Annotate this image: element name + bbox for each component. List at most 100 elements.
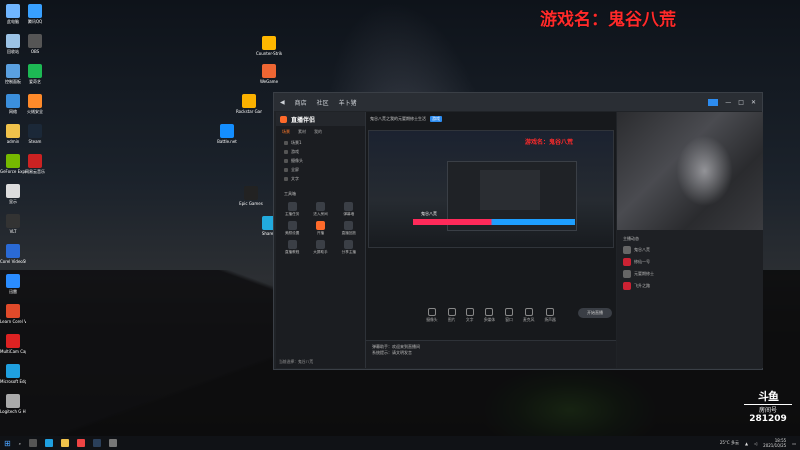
app-icon — [6, 184, 20, 198]
tool-item[interactable]: 大屏助手 — [308, 240, 332, 255]
tab-user[interactable]: 羊卜猪 — [339, 98, 357, 107]
tab-community[interactable]: 社区 — [317, 98, 329, 107]
desktop-icon-13[interactable]: Logitech G HUB — [0, 394, 26, 414]
game-taskbar-icon[interactable] — [108, 439, 117, 447]
tool-item[interactable]: 直播回放 — [337, 221, 361, 236]
activity-item[interactable]: 飞升之路 — [623, 282, 757, 290]
app-icon — [6, 394, 20, 408]
source-button[interactable]: 图片 — [447, 308, 456, 323]
cluster-3-icon-0[interactable]: Battle.net — [214, 124, 240, 144]
back-icon[interactable]: ◀ — [280, 99, 285, 106]
source-button[interactable]: 扬声器 — [544, 308, 556, 323]
task-view-icon[interactable] — [28, 439, 37, 447]
edge-taskbar-icon[interactable] — [44, 439, 53, 447]
stream-title[interactable]: 鬼谷八荒之我的元婴期修士生活 — [370, 116, 426, 122]
close-icon[interactable]: ✕ — [751, 99, 756, 106]
network-icon[interactable]: ▲ — [745, 441, 748, 446]
steam-taskbar-icon[interactable] — [92, 439, 101, 447]
desktop-icon-9[interactable]: 迅雷 — [0, 274, 26, 294]
stream-preview[interactable]: 游戏名：鬼谷八荒 鬼谷八荒 — [368, 130, 614, 248]
desktop2-icon-0[interactable]: 腾讯QQ — [22, 4, 48, 24]
scene-row[interactable]: 游戏 — [276, 147, 365, 156]
app-label: Battle.net — [217, 139, 237, 144]
stream-tag[interactable]: 游戏 — [430, 116, 442, 122]
brand-header: 直播伴侣 — [276, 112, 365, 126]
tool-item[interactable]: 分享主播 — [337, 240, 361, 255]
tool-label: 直播回放 — [341, 231, 357, 235]
scene-row[interactable]: 摄像头 — [276, 156, 365, 165]
app-icon — [6, 94, 20, 108]
minimize-icon[interactable]: — — [725, 99, 731, 106]
brand-logo-icon — [280, 115, 287, 123]
cluster-0-icon-0[interactable]: Counter-Strike Global Off... — [256, 36, 282, 56]
desktop-icon-8[interactable]: Corel VideoStudio — [0, 244, 26, 264]
desktop-icon-12[interactable]: Microsoft Edge — [0, 364, 26, 384]
scene-row[interactable]: 场景1 — [276, 138, 365, 147]
activity-item[interactable]: 鬼谷八荒 — [623, 246, 757, 254]
tool-item[interactable]: 主播任务 — [280, 202, 304, 217]
cluster-1-icon-0[interactable]: WeGame — [256, 64, 282, 84]
tab-scene[interactable]: 场景 — [282, 129, 290, 135]
tool-item[interactable]: 弹幕墙 — [337, 202, 361, 217]
app-label: Logitech G HUB — [0, 409, 26, 414]
tab-store[interactable]: 商店 — [295, 98, 307, 107]
windows-start-icon[interactable]: ⊞ — [4, 439, 11, 448]
explorer-taskbar-icon[interactable] — [60, 439, 69, 447]
notification-icon[interactable]: ▭ — [792, 441, 796, 446]
app-icon — [6, 154, 20, 168]
eye-icon[interactable] — [284, 176, 288, 181]
maximize-icon[interactable]: □ — [738, 99, 744, 106]
taskbar: ⊞ ⌕ 25°C 多云 ▲ ◁ 18:55 2021/10/25 ▭ — [0, 436, 800, 450]
source-icon — [465, 308, 474, 316]
desktop2-icon-3[interactable]: 火绒安全 — [22, 94, 48, 114]
eye-icon[interactable] — [284, 167, 288, 172]
volume-icon[interactable]: ◁ — [754, 441, 757, 446]
tool-item[interactable]: 直播教程 — [280, 240, 304, 255]
app-icon — [28, 34, 42, 48]
scene-row[interactable]: 全屏 — [276, 165, 365, 174]
desktop2-icon-2[interactable]: 爱奇艺 — [22, 64, 48, 84]
scene-row[interactable]: 文字 — [276, 174, 365, 183]
weather-text[interactable]: 25°C 多云 — [720, 440, 739, 446]
desktop2-icon-5[interactable]: 网易云音乐 — [22, 154, 48, 174]
desktop2-icon-4[interactable]: Steam — [22, 124, 48, 144]
activity-label: 元婴期修士 — [634, 271, 654, 276]
desktop-icon-10[interactable]: Learn Corel VideoStudio — [0, 304, 26, 324]
source-button[interactable]: 文字 — [465, 308, 474, 323]
desktop-icon-11[interactable]: MultiCam Capture Lite — [0, 334, 26, 354]
tab-material[interactable]: 素材 — [298, 129, 306, 135]
eye-icon[interactable] — [284, 140, 288, 145]
source-button[interactable]: 摄像头 — [426, 308, 438, 323]
game-cover-art — [617, 112, 763, 230]
desktop-icon-6[interactable]: 显示 — [0, 184, 26, 204]
tab-mine[interactable]: 我的 — [314, 129, 322, 135]
search-icon[interactable]: ⌕ — [19, 441, 21, 446]
desktop2-icon-1[interactable]: OBS — [22, 34, 48, 54]
tool-item[interactable]: 美颜设置 — [280, 221, 304, 236]
chrome-taskbar-icon[interactable] — [76, 439, 85, 447]
avatar — [623, 270, 631, 278]
tool-label: 开播 — [316, 231, 325, 235]
hp-label: 鬼谷八荒 — [421, 211, 437, 216]
app-label: Rockstar Games — [236, 109, 262, 114]
eye-icon[interactable] — [284, 158, 288, 163]
source-button[interactable]: 多媒体 — [484, 308, 495, 323]
avatar — [623, 258, 631, 266]
tool-label: 进入房间 — [313, 212, 328, 216]
app-label: 迅雷 — [9, 289, 17, 294]
cluster-2-icon-0[interactable]: Rockstar Games — [236, 94, 262, 114]
tool-item[interactable]: 进入房间 — [308, 202, 332, 217]
start-live-button[interactable]: 开始直播 — [578, 308, 612, 318]
cluster-4-icon-0[interactable]: Epic Games — [238, 186, 264, 206]
scene-label: 场景1 — [291, 139, 302, 145]
tool-item[interactable]: 开播 — [308, 221, 332, 236]
activity-item[interactable]: 元婴期修士 — [623, 270, 757, 278]
source-button[interactable]: 麦克风 — [523, 308, 534, 323]
tool-label: 主播任务 — [284, 212, 300, 216]
desktop-icon-7[interactable]: VLT — [0, 214, 26, 234]
source-icon — [524, 308, 533, 316]
source-button[interactable]: 窗口 — [505, 308, 513, 323]
eye-icon[interactable] — [284, 149, 288, 154]
clock[interactable]: 18:55 2021/10/25 — [763, 438, 786, 448]
activity-item[interactable]: 修仙一号 — [623, 258, 757, 266]
